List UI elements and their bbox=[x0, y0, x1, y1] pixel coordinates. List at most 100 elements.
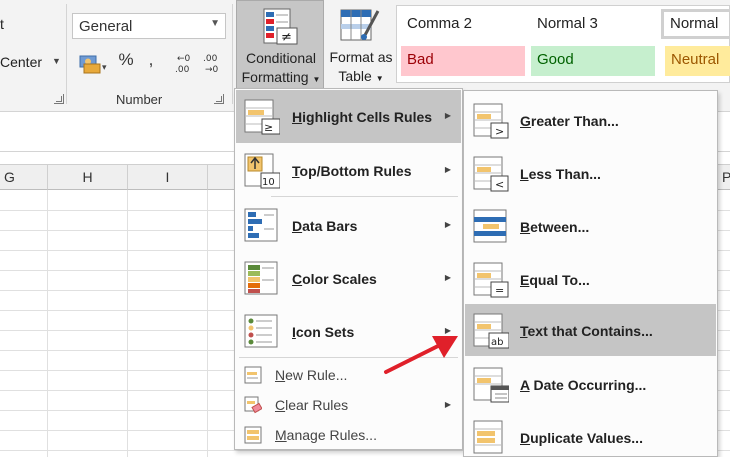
submenu-item-label: Equal To... bbox=[520, 272, 590, 288]
submenu-item-label: Greater Than... bbox=[520, 113, 619, 129]
submenu-item-less-than[interactable]: < Less Than... bbox=[465, 147, 716, 200]
style-neutral[interactable]: Neutral bbox=[665, 46, 730, 76]
date-occurring-icon bbox=[473, 367, 509, 403]
svg-text:<: < bbox=[495, 178, 504, 191]
chevron-right-icon: ▶ bbox=[444, 165, 451, 174]
less-than-icon: < bbox=[473, 156, 509, 192]
duplicate-values-icon bbox=[473, 420, 503, 454]
format-as-table-label: Table ▼ bbox=[338, 68, 384, 84]
conditional-formatting-menu: ≥ Highlight Cells Rules ▶ 10 Top/Bottom … bbox=[234, 88, 463, 450]
conditional-formatting-label: Formatting ▼ bbox=[241, 69, 321, 85]
svg-text:▾: ▾ bbox=[102, 63, 107, 73]
menu-item-highlight-cells-rules[interactable]: ≥ Highlight Cells Rules ▶ bbox=[236, 90, 461, 143]
menu-item-label: Manage Rules... bbox=[275, 427, 377, 443]
submenu-item-label: A Date Occurring... bbox=[520, 377, 647, 393]
style-good[interactable]: Good bbox=[531, 46, 655, 76]
submenu-item-label: Text that Contains... bbox=[520, 323, 653, 339]
menu-item-clear-rules[interactable]: Clear Rules ▶ bbox=[236, 390, 461, 420]
number-format-select[interactable]: General ▼ bbox=[72, 13, 226, 39]
truncated-label: t bbox=[0, 16, 4, 32]
submenu-item-greater-than[interactable]: > Greater Than... bbox=[465, 94, 716, 147]
conditional-formatting-label: Conditional bbox=[245, 50, 317, 66]
increase-decimal-icon: ←0 .00 bbox=[175, 54, 191, 75]
chevron-right-icon: ▶ bbox=[444, 111, 451, 120]
style-normal[interactable]: Normal bbox=[661, 9, 730, 39]
chevron-right-icon: ▶ bbox=[444, 400, 451, 409]
highlight-cells-icon: ≥ bbox=[244, 99, 280, 135]
svg-text:→0: →0 bbox=[205, 65, 219, 75]
svg-text:.00: .00 bbox=[203, 54, 218, 64]
chevron-right-icon: ▶ bbox=[444, 220, 451, 229]
column-header-p[interactable]: P bbox=[716, 164, 730, 190]
accounting-icon: ▾ bbox=[79, 55, 107, 74]
style-normal-3[interactable]: Normal 3 bbox=[531, 10, 655, 40]
group-divider bbox=[66, 4, 67, 104]
merge-center-label[interactable]: Center bbox=[0, 54, 42, 70]
menu-item-label: New Rule... bbox=[275, 367, 348, 383]
menu-item-label: Highlight Cells Rules bbox=[292, 109, 433, 125]
decrease-decimal-button[interactable]: .00 →0 bbox=[202, 50, 226, 76]
highlight-cells-rules-submenu: > Greater Than... < Less Than... Between… bbox=[463, 90, 718, 457]
column-header-i[interactable]: I bbox=[128, 164, 208, 190]
icon-sets-icon bbox=[244, 314, 278, 348]
submenu-item-label: Between... bbox=[520, 219, 590, 235]
svg-text:=: = bbox=[495, 284, 504, 297]
chevron-down-icon[interactable]: ▼ bbox=[210, 18, 220, 29]
menu-item-label: Data Bars bbox=[292, 218, 358, 234]
menu-item-manage-rules[interactable]: Manage Rules... bbox=[236, 420, 461, 450]
top-bottom-icon: 10 bbox=[244, 153, 280, 189]
submenu-item-label: Less Than... bbox=[520, 166, 601, 182]
accounting-format-button[interactable]: ▾ bbox=[76, 50, 110, 76]
increase-decimal-button[interactable]: ←0 .00 bbox=[174, 50, 198, 76]
percent-style-button[interactable]: % bbox=[114, 50, 138, 76]
format-as-table-label: Format as bbox=[329, 49, 393, 65]
clear-rules-icon bbox=[244, 396, 262, 414]
menu-item-label: Top/Bottom Rules bbox=[292, 163, 412, 179]
column-header-h[interactable]: H bbox=[48, 164, 128, 190]
menu-item-top-bottom-rules[interactable]: 10 Top/Bottom Rules ▶ bbox=[236, 144, 461, 197]
number-format-value: General bbox=[79, 18, 133, 35]
format-as-table-icon bbox=[340, 9, 380, 41]
submenu-item-between[interactable]: Between... bbox=[465, 200, 716, 253]
color-scales-icon bbox=[244, 261, 278, 295]
manage-rules-icon bbox=[244, 426, 262, 444]
svg-text:≥: ≥ bbox=[264, 121, 273, 134]
cell-styles-gallery: Comma 2 Normal 3 Normal Bad Good Neutral bbox=[396, 5, 730, 83]
svg-text:←0: ←0 bbox=[177, 54, 191, 64]
annotation-arrow-icon bbox=[384, 336, 458, 374]
equal-to-icon: = bbox=[473, 262, 509, 298]
menu-item-data-bars[interactable]: Data Bars ▶ bbox=[236, 199, 461, 252]
between-icon bbox=[473, 209, 507, 243]
submenu-item-duplicate-values[interactable]: Duplicate Values... bbox=[465, 411, 716, 457]
submenu-item-date-occurring[interactable]: A Date Occurring... bbox=[465, 358, 716, 411]
format-as-table-button[interactable]: Format as Table ▼ bbox=[326, 0, 396, 92]
conditional-formatting-icon: ≠ bbox=[263, 8, 298, 45]
svg-text:.00: .00 bbox=[175, 65, 190, 75]
data-bars-icon bbox=[244, 208, 278, 242]
submenu-item-text-that-contains[interactable]: ab Text that Contains... bbox=[465, 304, 716, 356]
style-comma-2[interactable]: Comma 2 bbox=[401, 10, 525, 40]
submenu-item-label: Duplicate Values... bbox=[520, 430, 643, 446]
submenu-item-equal-to[interactable]: = Equal To... bbox=[465, 253, 716, 306]
decrease-decimal-icon: .00 →0 bbox=[203, 54, 219, 75]
menu-item-color-scales[interactable]: Color Scales ▶ bbox=[236, 252, 461, 305]
svg-text:10: 10 bbox=[262, 177, 275, 188]
menu-divider bbox=[271, 196, 458, 197]
chevron-down-icon[interactable]: ▼ bbox=[52, 56, 61, 66]
menu-item-label: Clear Rules bbox=[275, 397, 349, 413]
menu-item-label: Icon Sets bbox=[292, 324, 355, 340]
comma-style-button[interactable]: , bbox=[142, 50, 160, 76]
svg-text:ab: ab bbox=[491, 337, 503, 348]
conditional-formatting-button[interactable]: ≠ Conditional Formatting ▼ bbox=[236, 0, 324, 92]
style-bad[interactable]: Bad bbox=[401, 46, 525, 76]
chevron-right-icon: ▶ bbox=[444, 273, 451, 282]
text-contains-icon: ab bbox=[473, 313, 509, 349]
new-rule-icon bbox=[244, 366, 262, 384]
group-divider bbox=[232, 4, 233, 104]
alignment-launcher-icon[interactable] bbox=[54, 94, 64, 104]
number-launcher-icon[interactable] bbox=[214, 94, 224, 104]
svg-text:>: > bbox=[495, 125, 504, 138]
menu-item-label: Color Scales bbox=[292, 271, 377, 287]
svg-text:≠: ≠ bbox=[281, 30, 292, 45]
column-header-g[interactable]: G bbox=[0, 164, 48, 190]
